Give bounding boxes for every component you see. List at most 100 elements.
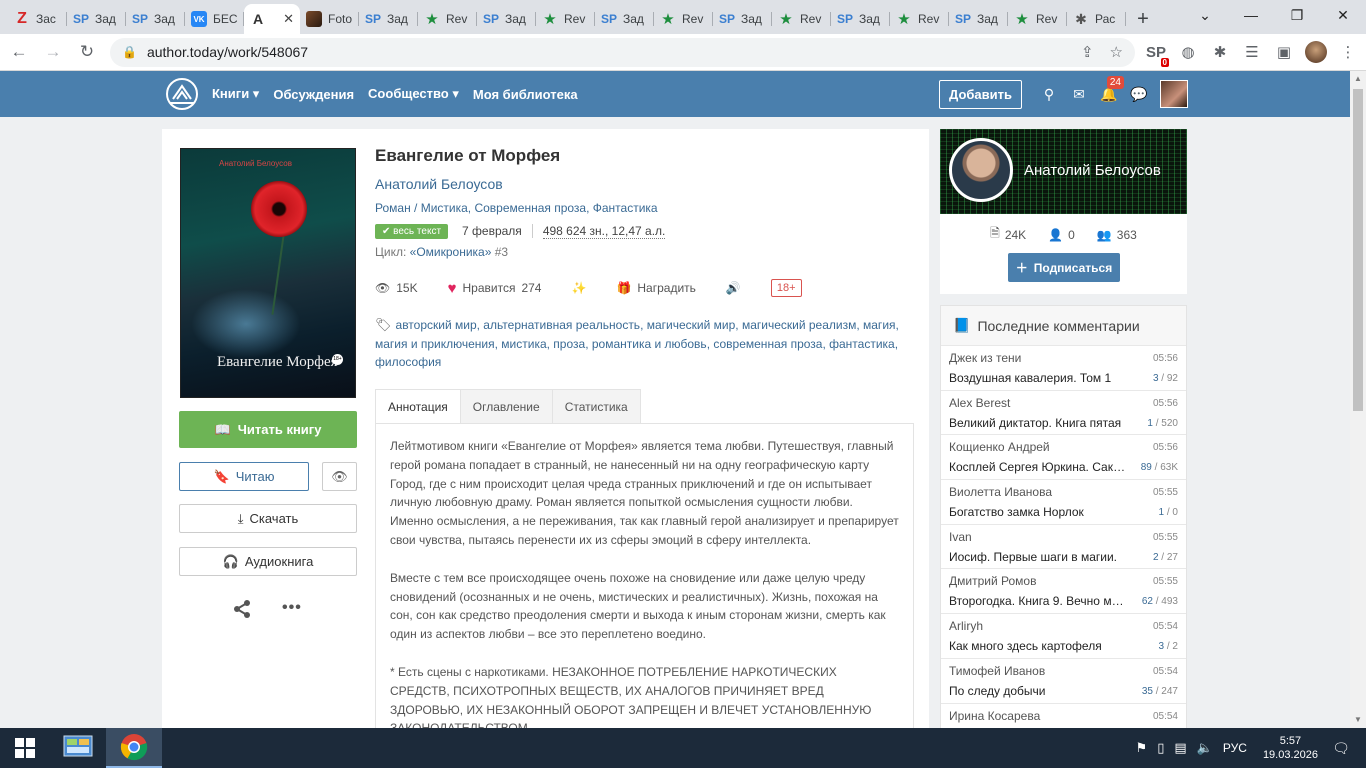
share-page-icon[interactable]: ⇪: [1081, 43, 1094, 61]
nav-books[interactable]: Книги ▾: [212, 86, 259, 102]
comment-author[interactable]: Дмитрий Ромов: [949, 574, 1178, 588]
forward-button[interactable]: →: [38, 37, 68, 67]
browser-tab[interactable]: SP Зад: [595, 4, 654, 34]
comment-author[interactable]: Arliryh: [949, 619, 1178, 633]
comment-book-title[interactable]: Великий диктатор. Книга пятая: [949, 416, 1129, 430]
comment-row[interactable]: Джек из тени 05:56 Воздушная кавалерия. То…: [941, 346, 1186, 391]
book-author-link[interactable]: Анатолий Белоусов: [375, 176, 503, 192]
comment-author[interactable]: Ирина Косарева: [949, 709, 1178, 723]
comment-author[interactable]: Кощиенко Андрей: [949, 440, 1178, 454]
browser-tab[interactable]: VK БЕС: [185, 4, 244, 34]
chrome-taskbar-icon[interactable]: [106, 728, 162, 768]
audiobook-button[interactable]: 🎧 Аудиокнига: [179, 547, 357, 576]
comment-author[interactable]: Тимофей Иванов: [949, 664, 1178, 678]
browser-tab[interactable]: SP Зад: [831, 4, 890, 34]
author-name[interactable]: Анатолий Белоусов: [1024, 162, 1161, 179]
browser-tab[interactable]: SP Зад: [477, 4, 536, 34]
browser-tab[interactable]: SP Зад: [949, 4, 1008, 34]
comment-row[interactable]: Alex Berest 05:56 Великий диктатор. Книга …: [941, 391, 1186, 436]
comment-book-title[interactable]: Второгодка. Книга 9. Вечно молодой: [949, 594, 1129, 608]
minimize-button[interactable]: —: [1228, 0, 1274, 30]
speaker-icon[interactable]: 🔊: [726, 281, 741, 295]
scroll-up-arrow[interactable]: ▲: [1350, 71, 1366, 87]
taskbar-clock[interactable]: 5:57 19.03.2026: [1263, 734, 1318, 762]
browser-tab[interactable]: ★ Rev: [418, 4, 477, 34]
browser-tab[interactable]: SP Зад: [713, 4, 772, 34]
tab-statistics[interactable]: Статистика: [551, 389, 641, 424]
security-alert-icon[interactable]: ⚑: [1136, 740, 1148, 756]
comment-row[interactable]: Ivan 05:55 Иосиф. Первые шаги в магии. 2 / …: [941, 525, 1186, 570]
notifications-bell-icon[interactable]: 🔔 24: [1094, 75, 1124, 103]
comment-book-title[interactable]: Богатство замка Норлок: [949, 505, 1129, 519]
browser-menu-icon[interactable]: ⋮: [1337, 43, 1359, 61]
user-avatar[interactable]: [1160, 80, 1188, 108]
new-tab-button[interactable]: +: [1126, 4, 1160, 34]
browser-tab[interactable]: SP Зад: [126, 4, 185, 34]
comment-row[interactable]: Дмитрий Ромов 05:55 Второгодка. Книга 9. В…: [941, 569, 1186, 615]
friends-stat[interactable]: 👥 363: [1097, 224, 1137, 245]
browser-tab[interactable]: SP Зад: [67, 4, 126, 34]
language-indicator[interactable]: РУС: [1223, 741, 1247, 755]
download-button[interactable]: ⤓ Скачать: [179, 504, 357, 533]
watch-button[interactable]: 👁: [322, 462, 357, 491]
browser-tab[interactable]: ★ Rev: [772, 4, 831, 34]
browser-tab[interactable]: Z Зас: [8, 4, 67, 34]
bookmark-star-icon[interactable]: ☆: [1110, 43, 1123, 61]
comment-author[interactable]: Alex Berest: [949, 396, 1178, 410]
comment-row[interactable]: Виолетта Иванова 05:55 Богатство замка Нор…: [941, 480, 1186, 525]
reward-button[interactable]: 🎁 Наградить: [616, 281, 695, 295]
side-panel-icon[interactable]: ▣: [1273, 43, 1295, 61]
search-icon[interactable]: ⚲: [1034, 86, 1064, 103]
followers-stat[interactable]: 👤 0: [1048, 224, 1075, 245]
book-genres[interactable]: Роман / Мистика, Современная проза, Фант…: [375, 201, 658, 215]
tab-search-icon[interactable]: ⌄: [1182, 0, 1228, 30]
close-window-button[interactable]: ✕: [1320, 0, 1366, 30]
comment-book-title[interactable]: Иосиф. Первые шаги в магии.: [949, 550, 1129, 564]
browser-tab[interactable]: ★ Rev: [654, 4, 713, 34]
chat-icon[interactable]: 💬: [1124, 86, 1154, 103]
like-button[interactable]: ♥ Нравится 274: [448, 280, 542, 297]
mail-icon[interactable]: ✉: [1064, 86, 1094, 103]
restore-button[interactable]: ❐: [1274, 0, 1320, 30]
more-options-icon[interactable]: •••: [282, 599, 302, 617]
nav-discussions[interactable]: Обсуждения: [273, 87, 354, 102]
author-photo[interactable]: [949, 138, 1013, 202]
share-icon[interactable]: [232, 599, 252, 624]
tags-text[interactable]: авторский мир, альтернативная реальность…: [375, 318, 899, 369]
read-book-button[interactable]: 📖 Читать книгу: [179, 411, 357, 448]
tab-annotation[interactable]: Аннотация: [375, 389, 461, 424]
action-center-icon[interactable]: 🗨: [1328, 740, 1354, 757]
volume-icon[interactable]: 🔈: [1197, 740, 1213, 756]
comment-book-title[interactable]: Воздушная кавалерия. Том 1: [949, 371, 1129, 385]
address-bar[interactable]: 🔒 author.today/work/548067 ⇪ ☆: [110, 37, 1135, 67]
comment-row[interactable]: Arliryh 05:54 Как много здесь картофеля 3 /…: [941, 614, 1186, 659]
back-button[interactable]: ←: [4, 37, 34, 67]
tab-contents[interactable]: Оглавление: [459, 389, 553, 424]
sparkles-icon[interactable]: ✨: [571, 281, 586, 295]
cycle-link[interactable]: «Омикроника»: [410, 245, 492, 259]
vpn-extension-icon[interactable]: ◍: [1177, 43, 1199, 61]
tags-list[interactable]: 🏷 авторский мир, альтернативная реальност…: [375, 316, 900, 372]
network-icon[interactable]: ▤: [1174, 740, 1186, 756]
nav-community[interactable]: Сообщество ▾: [368, 86, 459, 102]
browser-tab[interactable]: ★ Rev: [536, 4, 595, 34]
comment-author[interactable]: Ivan: [949, 530, 1178, 544]
works-stat[interactable]: 🗎 24K: [990, 224, 1026, 245]
browser-tab[interactable]: SP Зад: [359, 4, 418, 34]
comment-row[interactable]: Тимофей Иванов 05:54 По следу добычи 35 / 2…: [941, 659, 1186, 704]
browser-tab[interactable]: ✱ Рас: [1067, 4, 1126, 34]
browser-tab[interactable]: Foto: [300, 4, 359, 34]
reading-status-button[interactable]: 🔖 Читаю: [179, 462, 309, 491]
comment-book-title[interactable]: Косплей Сергея Юркина. Сакура: [949, 460, 1129, 474]
page-scrollbar[interactable]: ▲ ▼: [1350, 71, 1366, 728]
profile-avatar[interactable]: [1305, 41, 1327, 63]
tab-close-icon[interactable]: ✕: [283, 11, 294, 27]
site-logo-icon[interactable]: [162, 76, 202, 112]
control-panel-taskbar-icon[interactable]: [50, 728, 106, 768]
reload-button[interactable]: ↻: [72, 37, 102, 67]
book-cover-image[interactable]: Анатолий Белоусов Евангелие Морфея 18+: [180, 148, 356, 398]
extensions-puzzle-icon[interactable]: ✱: [1209, 43, 1231, 61]
scroll-down-arrow[interactable]: ▼: [1350, 712, 1366, 728]
windows-start-icon[interactable]: [0, 728, 50, 768]
nav-my-library[interactable]: Моя библиотека: [473, 87, 578, 102]
